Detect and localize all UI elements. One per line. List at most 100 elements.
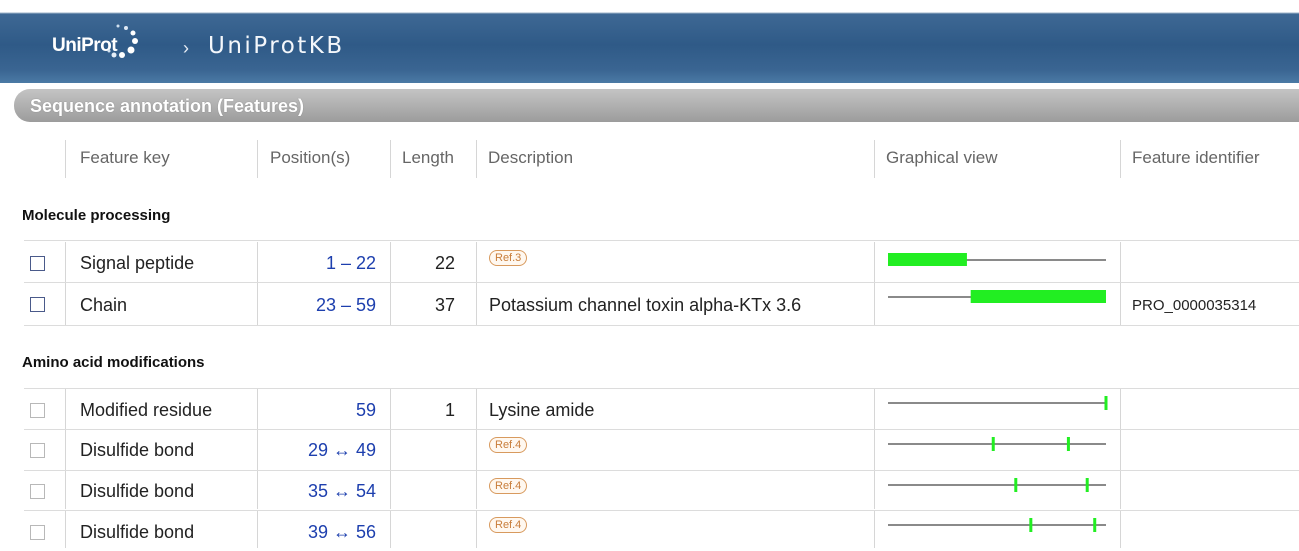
cell-divider [874, 471, 875, 509]
ref-badge[interactable]: Ref.4 [489, 478, 528, 494]
feature-key: Signal peptide [80, 253, 195, 273]
feature-length: 37 [434, 295, 455, 315]
column-divider [65, 140, 66, 178]
cell-divider [1120, 389, 1121, 429]
table-row: Signal peptide 1 – 22 22 Ref.3 [24, 242, 1299, 282]
cell-divider [257, 430, 258, 470]
breadcrumb-uniprotkb[interactable]: UniProtKB [208, 33, 345, 59]
column-header-length: Length [402, 148, 454, 167]
cell-divider [874, 511, 875, 548]
feature-position-mark [1066, 437, 1070, 451]
row-divider [24, 325, 1299, 326]
logo-dots-icon [107, 24, 138, 58]
cell-divider [1120, 471, 1121, 509]
graphical-view [888, 437, 1106, 451]
cell-divider [390, 471, 391, 509]
cell-divider [476, 471, 477, 509]
table-row: Disulfide bond 29 ↔ 49 Ref.4 [24, 430, 1299, 470]
graphical-view [888, 396, 1108, 410]
cell-divider [257, 471, 258, 509]
column-header-positions: Position(s) [270, 148, 351, 167]
column-divider [1120, 140, 1121, 178]
cell-divider [257, 283, 258, 325]
feature-length: 22 [434, 253, 455, 273]
row-checkbox[interactable] [30, 484, 45, 499]
cell-divider [390, 389, 391, 429]
table-row: Modified residue 59 1 Lysine amide [24, 389, 1299, 429]
cell-divider [390, 283, 391, 325]
cell-divider [65, 430, 66, 470]
graphical-view [888, 253, 1106, 266]
cell-divider [257, 389, 258, 429]
feature-length: 1 [444, 400, 455, 420]
feature-description: Potassium channel toxin alpha-KTx 3.6 [489, 295, 802, 315]
top-banner [0, 0, 1299, 83]
feature-key: Chain [80, 295, 128, 315]
column-divider [476, 140, 477, 178]
feature-position-mark [1085, 478, 1089, 492]
row-divider [24, 240, 1299, 241]
ref-badge[interactable]: Ref.4 [489, 437, 528, 453]
graphical-view [888, 478, 1106, 492]
row-checkbox[interactable] [30, 297, 45, 312]
feature-identifier[interactable]: PRO_0000035314 [1132, 297, 1256, 314]
cell-divider [476, 242, 477, 282]
cell-divider [390, 430, 391, 470]
cell-divider [65, 471, 66, 509]
feature-position-mark [991, 437, 995, 451]
cell-divider [874, 242, 875, 282]
row-checkbox[interactable] [30, 256, 45, 271]
cell-divider [476, 389, 477, 429]
position-link[interactable]: 1 – 22 [269, 253, 376, 274]
cell-divider [1120, 283, 1121, 325]
ref-badge[interactable]: Ref.3 [489, 250, 528, 266]
position-link[interactable]: 59 [269, 400, 376, 421]
breadcrumb-separator: › [183, 38, 189, 58]
feature-position-mark [1093, 518, 1097, 532]
table-row: Disulfide bond 39 ↔ 56 Ref.4 [24, 511, 1299, 551]
column-divider [874, 140, 875, 178]
cell-divider [1120, 430, 1121, 470]
cell-divider [1120, 242, 1121, 282]
table-row: Chain 23 – 59 37 Potassium channel toxin… [24, 283, 1299, 325]
ref-badge[interactable]: Ref.4 [489, 517, 528, 533]
cell-divider [65, 242, 66, 282]
position-link[interactable]: 39 ↔ 56 [269, 522, 376, 543]
feature-description: Lysine amide [489, 400, 595, 420]
column-header-feature-identifier: Feature identifier [1132, 148, 1260, 167]
feature-position-mark [1029, 518, 1033, 532]
feature-position-mark [1104, 396, 1108, 410]
position-link[interactable]: 23 – 59 [269, 295, 376, 316]
feature-key: Modified residue [80, 400, 213, 420]
cell-divider [257, 242, 258, 282]
cell-divider [390, 242, 391, 282]
cell-divider [65, 511, 66, 548]
table-row: Disulfide bond 35 ↔ 54 Ref.4 [24, 471, 1299, 511]
cell-divider [65, 389, 66, 429]
cell-divider [390, 511, 391, 548]
feature-position-mark [1014, 478, 1018, 492]
feature-range-bar [888, 253, 967, 266]
group-title-molecule-processing: Molecule processing [22, 207, 171, 224]
cell-divider [1120, 511, 1121, 548]
cell-divider [874, 283, 875, 325]
feature-key: Disulfide bond [80, 481, 195, 501]
row-checkbox[interactable] [30, 525, 45, 540]
row-checkbox[interactable] [30, 443, 45, 458]
row-checkbox[interactable] [30, 403, 45, 418]
cell-divider [257, 511, 258, 548]
position-link[interactable]: 35 ↔ 54 [269, 481, 376, 502]
feature-range-bar [970, 290, 1106, 303]
graphical-view [888, 518, 1106, 532]
cell-divider [476, 511, 477, 548]
cell-divider [476, 283, 477, 325]
cell-divider [874, 430, 875, 470]
feature-key: Disulfide bond [80, 522, 195, 542]
position-link[interactable]: 29 ↔ 49 [269, 440, 376, 461]
group-title-amino-acid-modifications: Amino acid modifications [22, 354, 205, 371]
column-header-feature-key: Feature key [80, 148, 170, 167]
column-header-graphical-view: Graphical view [886, 148, 998, 167]
graphical-view [888, 290, 1106, 303]
feature-key: Disulfide bond [80, 440, 195, 460]
cell-divider [65, 283, 66, 325]
